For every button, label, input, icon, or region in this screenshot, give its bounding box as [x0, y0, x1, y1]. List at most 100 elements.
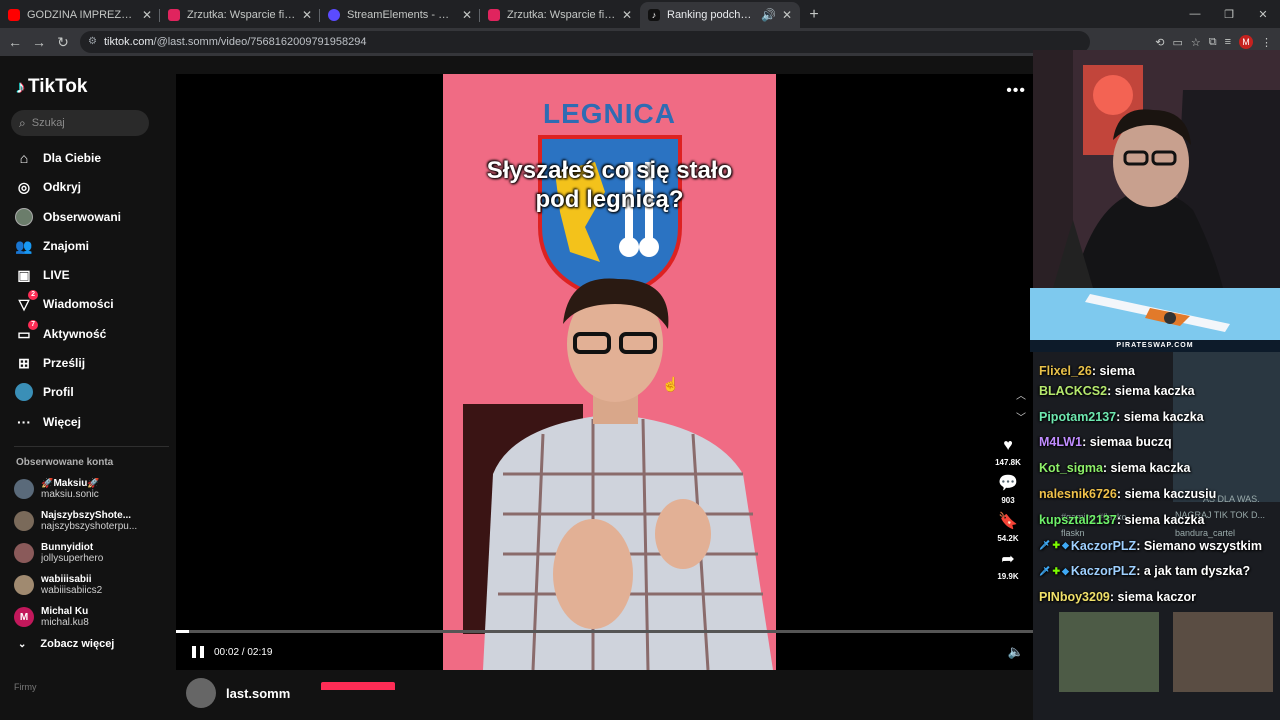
zrzutka-favicon-icon [488, 9, 500, 21]
video-person-image [463, 278, 773, 670]
chat-username: Pipotam2137 [1039, 409, 1117, 424]
nav-wiecej[interactable]: ··· Więcej [14, 411, 81, 433]
author-avatar[interactable] [186, 678, 216, 708]
save-button[interactable]: 🔖 54.2K [988, 512, 1028, 543]
nav-obserwowani[interactable]: Obserwowani [14, 206, 121, 228]
followed-account[interactable]: 🚀Maksiu🚀 maksiu.sonic [14, 478, 141, 500]
video-player[interactable]: LEGNICA Słyszałeś co się stało pod legni… [176, 74, 1040, 670]
like-button[interactable]: ♥ 147.8K [988, 436, 1028, 467]
window-controls: — ❐ ✕ [1178, 0, 1280, 28]
plus-badge-icon: ✚ [1052, 540, 1060, 551]
chat-message: M4LW1: siemaa buczq [1039, 435, 1172, 450]
profile-avatar[interactable]: M [1239, 35, 1253, 49]
chat-username: kupsztal2137 [1039, 512, 1117, 527]
followed-account[interactable]: Bunnyidiot jollysuperhero [14, 542, 141, 564]
followed-accounts-title: Obserwowane konta [16, 457, 114, 468]
share-button[interactable]: ➦ 19.9K [988, 550, 1028, 581]
pause-button[interactable] [192, 646, 204, 658]
chat-message: 🗡 ✚ ◆ KaczorPLZ: a jak tam dyszka? [1039, 564, 1251, 579]
nav-aktywnosc[interactable]: ▭ 7 Aktywność [14, 320, 106, 345]
chat-text: Siemano wszystkim [1143, 538, 1262, 553]
close-tab-icon[interactable]: ✕ [462, 8, 472, 22]
speaker-icon[interactable]: 🔊 [761, 8, 776, 22]
chat-text: siema kaczka [1123, 409, 1204, 424]
chat-text: siemaa buczq [1089, 435, 1172, 450]
search-icon: ⌕ [19, 115, 26, 130]
youtube-favicon-icon [8, 9, 20, 21]
tab-title: StreamElements - Custom comma [347, 9, 456, 21]
translate-icon[interactable]: ⟲ [1155, 36, 1164, 49]
forward-icon[interactable]: → [27, 34, 51, 50]
comment-button[interactable]: 💬 903 [988, 474, 1028, 505]
stream-chat: Flixel_26: siema BLACKCS2: siema kaczka … [1039, 364, 1279, 610]
followed-account[interactable]: wabiiisabii wabiiisabiics2 [14, 574, 141, 596]
nav-dla-ciebie[interactable]: ⌂ Dla Ciebie [14, 147, 101, 169]
close-tab-icon[interactable]: ✕ [782, 8, 792, 22]
media-control-icon[interactable]: ≡ [1225, 36, 1231, 48]
chat-bg-image [1059, 612, 1159, 692]
footer-link[interactable]: Firmy [14, 682, 37, 692]
minimize-icon[interactable]: — [1178, 8, 1212, 20]
tab-title: Ranking podchwytliwych py [667, 9, 755, 21]
chat-username: nalesnik6726 [1039, 487, 1117, 502]
browser-tab-active[interactable]: ♪ Ranking podchwytliwych py 🔊 ✕ [640, 2, 800, 28]
volume-icon[interactable]: 🔈 [1008, 644, 1024, 660]
chat-message: 🗡 ✚ ◆ KaczorPLZ: Siemano wszystkim [1039, 538, 1262, 553]
chat-username: Flixel_26 [1039, 364, 1092, 378]
browser-tab[interactable]: StreamElements - Custom comma ✕ [320, 2, 480, 28]
reload-icon[interactable]: ↻ [51, 34, 75, 51]
extensions-icon[interactable]: ⧉ [1209, 36, 1217, 49]
browser-tab[interactable]: Zrzutka: Wsparcie finansowe dla ✕ [160, 2, 320, 28]
nav-wiadomosci[interactable]: ▽ 2 Wiadomości [14, 290, 114, 315]
tiktok-sidebar: ♪TikTok ⌕ ⌂ Dla Ciebie ◎ Odkryj Obserwowan… [0, 56, 176, 692]
home-icon: ⌂ [19, 150, 29, 166]
cast-icon[interactable]: ▭ [1172, 36, 1182, 49]
ad-text: PIRATESWAP.COM [1030, 340, 1280, 352]
search-box[interactable]: ⌕ [11, 110, 149, 136]
nav-znajomi[interactable]: 👥 Znajomi [14, 235, 89, 257]
browser-tab[interactable]: Zrzutka: Wsparcie finansowe dla ✕ [480, 2, 640, 28]
nav-przeslij[interactable]: ⊞ Prześlij [14, 352, 85, 374]
sword-badge-icon: 🗡 [1039, 540, 1051, 551]
nav-live[interactable]: ▣ LIVE [14, 264, 69, 286]
author-name[interactable]: last.somm [226, 686, 290, 701]
chevron-down-icon[interactable]: ﹀ [1016, 408, 1026, 430]
see-more-link[interactable]: ⌄ Zobacz więcej [18, 638, 114, 650]
search-input[interactable] [31, 117, 132, 129]
browser-tab[interactable]: GODZINA IMPREZY Z DAWIDEM ✕ [0, 2, 160, 28]
mouse-cursor-icon: ☝ [662, 376, 680, 392]
ad-banner[interactable]: PIRATESWAP.COM [1030, 288, 1280, 352]
menu-kebab-icon[interactable]: ⋮ [1261, 36, 1272, 49]
video-actions: ♥ 147.8K 💬 903 🔖 54.2K ➦ 19.9K [988, 436, 1028, 588]
video-progress-bar[interactable] [176, 630, 1040, 633]
more-options-icon[interactable]: ••• [1006, 82, 1026, 100]
sidebar-divider [14, 446, 169, 447]
maximize-icon[interactable]: ❐ [1212, 8, 1246, 21]
close-tab-icon[interactable]: ✕ [622, 8, 632, 22]
new-tab-button[interactable]: + [802, 2, 826, 28]
bookmark-star-icon[interactable]: ☆ [1191, 36, 1201, 49]
author-info[interactable]: last.somm [186, 678, 290, 708]
nav-label: Obserwowani [43, 210, 122, 224]
video-frame[interactable]: LEGNICA Słyszałeś co się stało pod legni… [443, 74, 776, 670]
zrzutka-favicon-icon [168, 9, 180, 21]
follow-button[interactable] [321, 682, 395, 690]
followed-account[interactable]: NajszybszyShote... najszybszyshoterpu... [14, 510, 141, 532]
chat-username: PINboy3209 [1039, 590, 1110, 605]
account-name: Michal Ku [41, 606, 89, 617]
close-window-icon[interactable]: ✕ [1246, 8, 1280, 21]
followed-account[interactable]: M Michal Ku michal.ku8 [14, 606, 141, 628]
site-info-icon[interactable]: ⚙ [88, 36, 97, 47]
tiktok-logo[interactable]: ♪ TikTok [16, 76, 87, 98]
back-icon[interactable]: ← [3, 34, 27, 50]
compass-icon: ◎ [17, 178, 31, 195]
plus-badge-icon: ✚ [1052, 565, 1060, 576]
nav-profil[interactable]: Profil [14, 381, 74, 403]
avatar: M [14, 607, 34, 627]
address-bar[interactable]: ⚙ tiktok.com/@last.somm/video/7568162009… [80, 31, 1090, 53]
nav-odkryj[interactable]: ◎ Odkryj [14, 176, 81, 198]
chevron-up-icon[interactable]: ︿ [1016, 386, 1026, 408]
close-tab-icon[interactable]: ✕ [142, 8, 152, 22]
avatar [14, 479, 34, 499]
close-tab-icon[interactable]: ✕ [302, 8, 312, 22]
